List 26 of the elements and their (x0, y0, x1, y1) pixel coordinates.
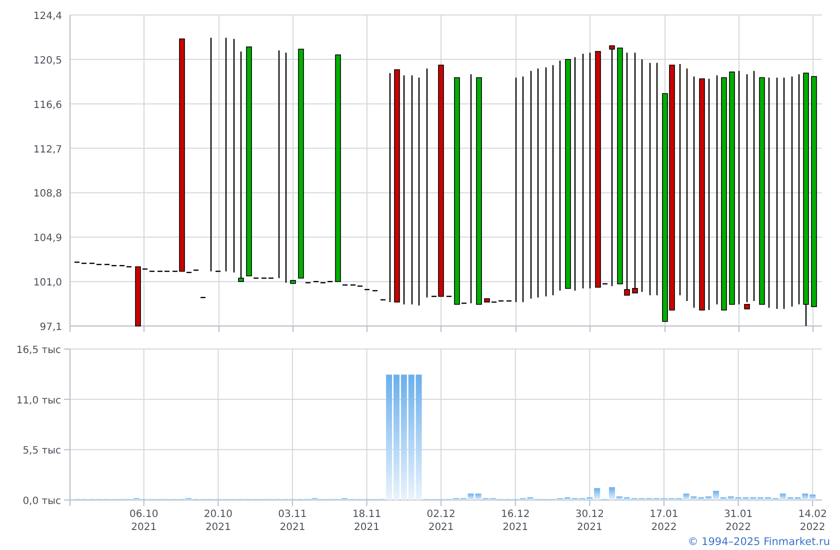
axis-label: 03.11 2021 (278, 509, 307, 533)
axis-label: 112,7 (33, 144, 62, 156)
axis-label: 18.11 2021 (352, 509, 382, 533)
axis-label: 124,4 (33, 11, 62, 22)
axis-label: 116,6 (33, 100, 62, 111)
candle (135, 266, 141, 326)
axis-label: 0,0 тыс (22, 496, 61, 507)
axis-label: 06.10 2021 (130, 509, 158, 533)
axis-label: 120,5 (33, 55, 62, 66)
axis-label: 16,5 тыс (16, 345, 61, 356)
candle (484, 298, 490, 302)
copyright-link[interactable]: © 1994–2025 Finmarket.ru (688, 536, 830, 548)
candle (290, 280, 296, 284)
axis-label: 02.12 2021 (426, 509, 456, 533)
axis-label: 11,0 тыс (16, 395, 61, 406)
axis-label: 101,0 (33, 278, 62, 289)
axis-label: 30.12 2021 (575, 509, 604, 533)
axis-label: 14.02 2022 (798, 509, 827, 533)
axis-label: 97,1 (40, 322, 62, 333)
axis-label: 108,8 (33, 188, 62, 200)
axis-label: 16.12 2021 (501, 509, 530, 533)
axis-label: 17.01 2022 (650, 509, 678, 533)
axis-label: 104,9 (33, 233, 62, 244)
axis-label: 5,5 тыс (22, 446, 61, 457)
axis-label: 20.10 2021 (204, 509, 232, 533)
axis-label: 31.01 2022 (724, 509, 753, 533)
